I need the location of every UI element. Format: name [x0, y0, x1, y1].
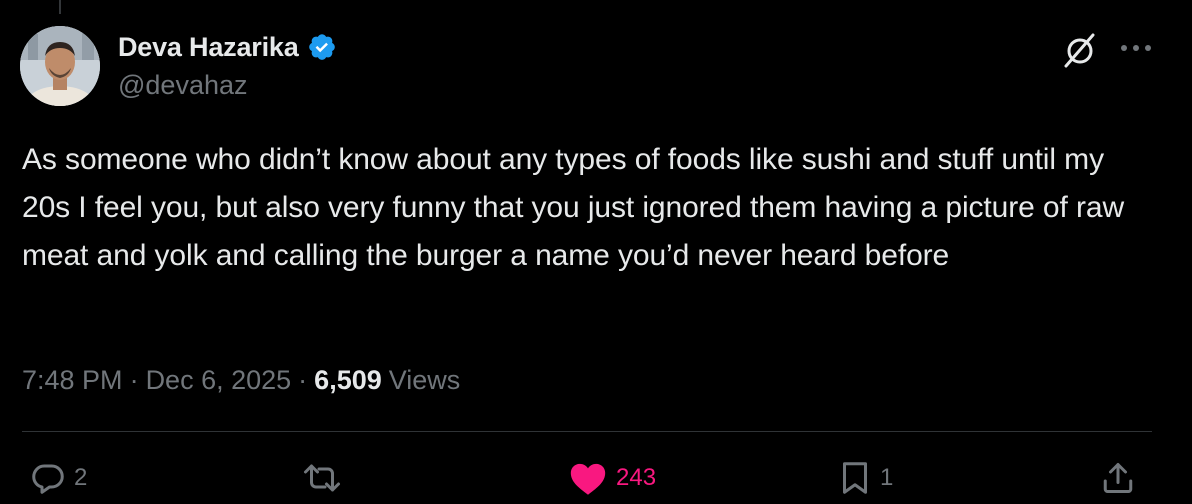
meta-separator: · [129, 364, 139, 395]
verified-badge-icon [308, 34, 335, 60]
divider [22, 431, 1152, 432]
like-count: 243 [616, 464, 657, 491]
share-button[interactable] [1100, 458, 1136, 498]
tweet-text: As someone who didn’t know about any typ… [22, 143, 1125, 272]
heart-filled-icon [570, 463, 606, 495]
views-count[interactable]: 6,509 [314, 365, 382, 396]
more-icon[interactable] [1116, 36, 1156, 60]
retweet-icon [304, 464, 340, 492]
reply-count: 2 [74, 464, 88, 491]
bookmark-count: 1 [880, 464, 894, 491]
bookmark-icon [843, 462, 867, 494]
grok-icon[interactable] [1060, 30, 1100, 70]
views-label[interactable]: Views [389, 365, 461, 396]
reply-button[interactable]: 2 [30, 458, 87, 498]
reply-icon [32, 464, 64, 494]
author-handle[interactable]: @devahaz [118, 70, 248, 101]
thread-connector-line [59, 0, 61, 14]
like-button[interactable]: 243 [568, 458, 656, 498]
tweet-date[interactable]: Dec 6, 2025 [146, 365, 292, 396]
retweet-button[interactable] [302, 458, 350, 498]
tweet-meta: 7:48 PM · Dec 6, 2025 · 6,509 Views [22, 360, 460, 400]
share-icon [1103, 463, 1133, 493]
tweet-time[interactable]: 7:48 PM [22, 365, 123, 396]
avatar[interactable] [20, 26, 100, 106]
author-display-name[interactable]: Deva Hazarika [118, 32, 299, 63]
bookmark-button[interactable]: 1 [838, 458, 893, 498]
avatar-image [20, 26, 100, 106]
meta-separator: · [298, 364, 308, 395]
author-name-row: Deva Hazarika [118, 30, 337, 64]
